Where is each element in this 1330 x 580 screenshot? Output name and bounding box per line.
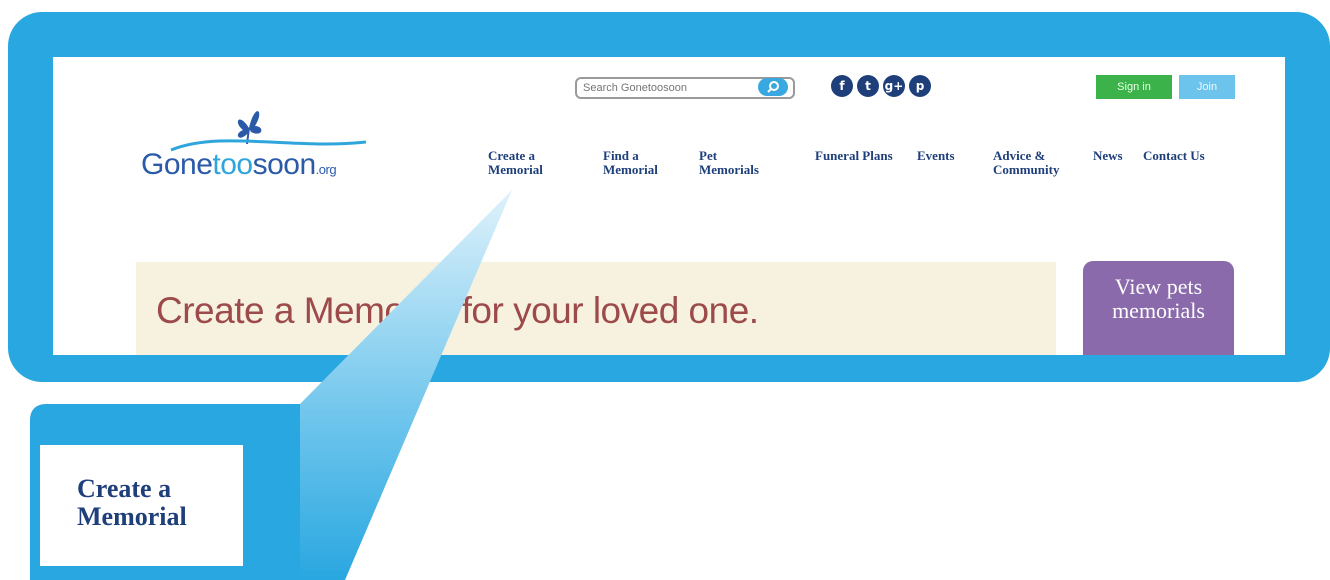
nav-advice-community[interactable]: Advice & Community xyxy=(993,149,1059,177)
search-icon xyxy=(767,81,779,93)
nav-contact-us[interactable]: Contact Us xyxy=(1143,149,1205,163)
website-screenshot: Gonetoosoon.org f t g+ p Sign in Join Cr… xyxy=(53,57,1285,355)
pets-promo-label: View pets memorials xyxy=(1112,274,1205,323)
nav-create-memorial[interactable]: Create a Memorial xyxy=(488,149,543,177)
social-links: f t g+ p xyxy=(831,75,931,97)
callout-label: Create a Memorial xyxy=(77,474,187,531)
gonetoosoon-logo[interactable]: Gonetoosoon.org xyxy=(141,92,401,202)
search-button[interactable] xyxy=(758,78,788,96)
logo-wordmark: Gonetoosoon.org xyxy=(141,148,337,181)
googleplus-icon[interactable]: g+ xyxy=(883,75,905,97)
facebook-icon[interactable]: f xyxy=(831,75,853,97)
nav-events[interactable]: Events xyxy=(917,149,955,163)
nav-pet-memorials[interactable]: Pet Memorials xyxy=(699,149,759,177)
join-button[interactable]: Join xyxy=(1179,75,1235,99)
callout-zoom-panel: Create a Memorial xyxy=(40,445,243,566)
hero-headline: Create a Memorial for your loved one. xyxy=(156,290,759,331)
view-pets-memorials-button[interactable]: View pets memorials xyxy=(1083,261,1234,355)
nav-funeral-plans[interactable]: Funeral Plans xyxy=(815,149,893,163)
pinterest-icon[interactable]: p xyxy=(909,75,931,97)
sign-in-button[interactable]: Sign in xyxy=(1096,75,1172,99)
nav-news[interactable]: News xyxy=(1093,149,1123,163)
twitter-icon[interactable]: t xyxy=(857,75,879,97)
zoom-frame: Gonetoosoon.org f t g+ p Sign in Join Cr… xyxy=(8,12,1330,382)
nav-find-memorial[interactable]: Find a Memorial xyxy=(603,149,658,177)
hero-banner: Create a Memorial for your loved one. xyxy=(136,262,1056,355)
